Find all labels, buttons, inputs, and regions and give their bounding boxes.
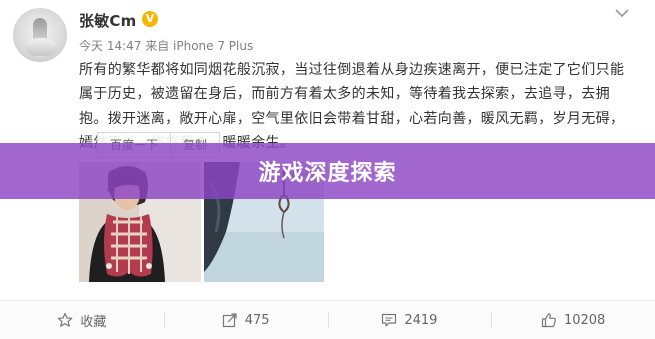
comment-icon <box>381 312 397 328</box>
banner-title: 游戏深度探索 <box>258 161 397 186</box>
like-button[interactable]: 10208 <box>491 301 655 339</box>
repost-button[interactable]: 475 <box>163 301 328 339</box>
repost-count: 475 <box>244 312 270 328</box>
like-count: 10208 <box>563 312 606 328</box>
author-name[interactable]: 张敏Cm <box>79 10 136 31</box>
verified-badge-icon: V <box>142 11 158 27</box>
like-icon <box>541 312 557 328</box>
star-icon <box>57 312 73 328</box>
favorite-button[interactable]: 收藏 <box>0 301 164 339</box>
action-bar: 收藏 475 2419 10208 <box>0 300 655 339</box>
overlay-banner: 游戏深度探索 <box>0 143 655 199</box>
favorite-label: 收藏 <box>80 314 107 330</box>
post-meta: 今天 14:47 来自 iPhone 7 Plus <box>79 39 254 53</box>
comment-count: 2419 <box>404 312 438 328</box>
comment-button[interactable]: 2419 <box>327 301 492 339</box>
avatar-dress <box>25 38 57 56</box>
author-avatar[interactable] <box>13 8 67 62</box>
share-icon <box>222 312 238 328</box>
chevron-down-icon[interactable] <box>612 6 632 20</box>
weibo-post: 张敏Cm V 今天 14:47 来自 iPhone 7 Plus 所有的繁华都将… <box>0 0 655 339</box>
